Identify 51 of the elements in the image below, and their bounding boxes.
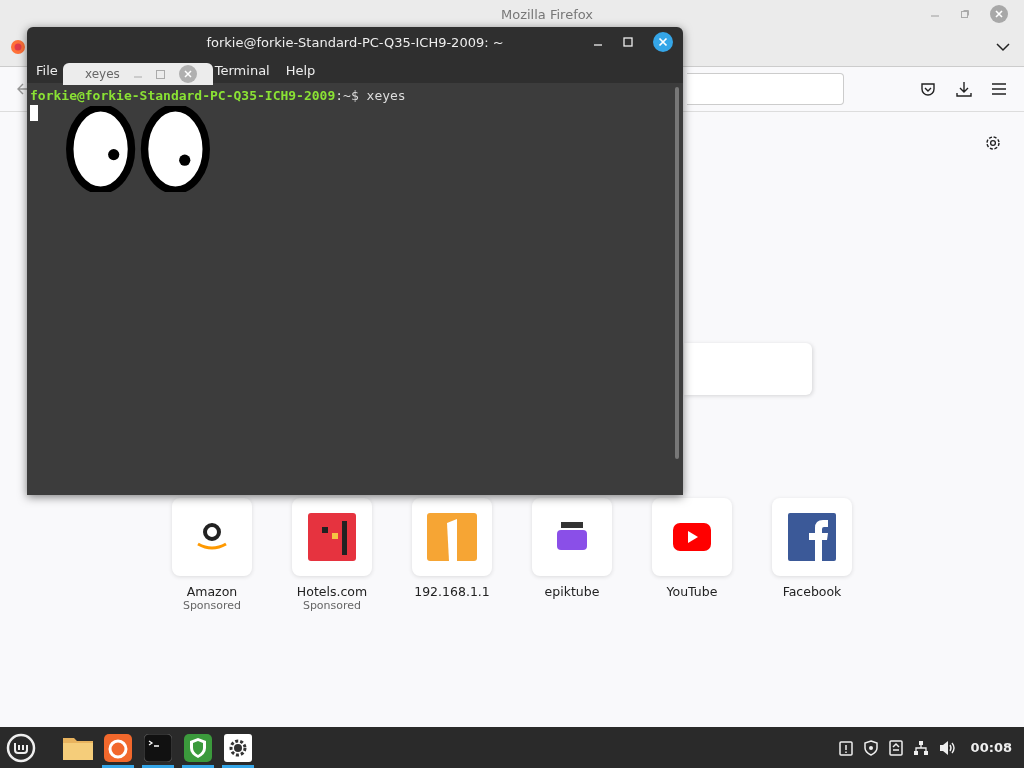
clipboard-icon[interactable] — [838, 739, 853, 756]
sponsored-label: Sponsored — [302, 599, 362, 612]
volume-icon[interactable] — [938, 739, 957, 756]
shortcut-label[interactable]: epiktube — [544, 584, 600, 599]
text-cursor — [30, 105, 38, 121]
prompt-path: :~$ — [335, 88, 359, 103]
back-arrow-icon[interactable] — [16, 82, 30, 96]
pocket-icon[interactable] — [920, 81, 936, 97]
menu-item[interactable]: Help — [285, 62, 316, 78]
window-title: Mozilla Firefox — [501, 6, 593, 22]
shortcut-label[interactable]: Amazon — [186, 584, 238, 599]
hotel-logo-icon — [308, 513, 356, 561]
menu-item[interactable]: File — [36, 62, 58, 78]
close-icon[interactable] — [653, 32, 673, 52]
shortcut-tile[interactable] — [652, 498, 732, 576]
settings-icon — [224, 733, 252, 762]
shortcut-tile[interactable] — [292, 498, 372, 576]
folder-icon — [63, 735, 93, 760]
shortcut-label[interactable]: Hotels.com — [296, 584, 368, 599]
terminal-icon — [144, 733, 172, 762]
shield-icon[interactable] — [862, 739, 879, 756]
search-field[interactable] — [684, 343, 812, 395]
shortcut-label[interactable]: YouTube — [666, 584, 718, 599]
scrollbar[interactable] — [675, 87, 679, 459]
chevron-down-icon[interactable] — [996, 42, 1010, 52]
sponsored-label: Sponsored — [182, 599, 242, 612]
shortcut-label[interactable]: Facebook — [782, 584, 842, 599]
shield-icon — [184, 733, 212, 762]
firefox-icon[interactable] — [10, 39, 26, 55]
shortcut-tile[interactable] — [772, 498, 852, 576]
window-title: forkie@forkie-Standard-PC-Q35-ICH9-2009: ~ — [206, 34, 504, 50]
letter-f-icon — [788, 513, 836, 561]
play-logo-icon — [673, 523, 711, 551]
firefox-icon — [104, 733, 132, 762]
command-text: xeyes — [366, 88, 406, 103]
menu-icon[interactable] — [992, 83, 1006, 95]
network-icon[interactable] — [912, 739, 929, 756]
number-logo-icon — [427, 513, 477, 561]
mint-logo-icon[interactable] — [6, 732, 36, 763]
shortcut-tile[interactable] — [412, 498, 492, 576]
update-icon[interactable] — [888, 739, 903, 756]
prompt-user: forkie@forkie-Standard-PC-Q35-ICH9-2009 — [30, 88, 336, 103]
settings-icon[interactable] — [984, 134, 1002, 152]
clock[interactable]: 00:08 — [970, 740, 1012, 755]
menu-item[interactable]: Terminal — [214, 62, 270, 78]
shortcut-label[interactable]: 192.168.1.1 — [414, 584, 490, 599]
address-field[interactable] — [687, 73, 844, 105]
shortcut-tile[interactable] — [172, 498, 252, 576]
shortcut-tile[interactable] — [532, 498, 612, 576]
window-title: xeyes — [85, 67, 120, 81]
download-icon[interactable] — [956, 81, 972, 97]
